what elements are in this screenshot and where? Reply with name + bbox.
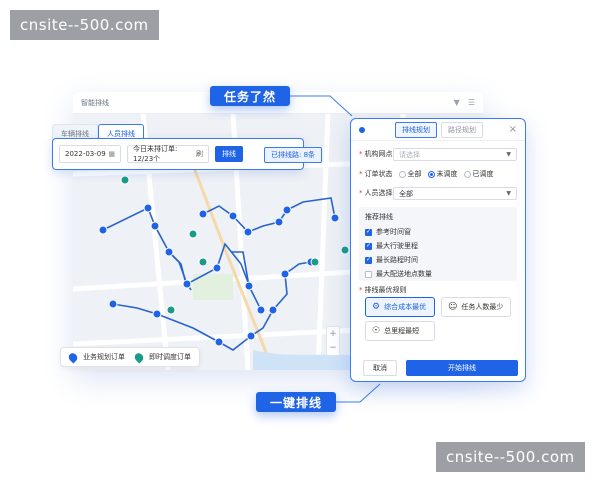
status-scheduled[interactable]: 已调度 xyxy=(463,169,494,179)
instant-marker-icon xyxy=(132,350,146,364)
checkbox-checked-icon: ✓ xyxy=(365,256,372,264)
zoom-out-button[interactable]: − xyxy=(329,343,337,353)
check-max-duration[interactable]: ✓ 最长路程时间 xyxy=(359,253,517,267)
check-label: 最大行驶里程 xyxy=(376,242,418,250)
chevron-down-icon: ▼ xyxy=(506,190,511,197)
status-all-label: 全部 xyxy=(407,170,422,178)
zoom-control: + − xyxy=(326,326,340,356)
optimize-row: * 排线最优规则 xyxy=(359,286,407,294)
option-label: 总里程最短 xyxy=(384,327,420,335)
option-cost[interactable]: ⚙ 综合成本最优 xyxy=(365,297,435,317)
recommend-section: 推荐排线 ✓ 参考时间窗 ✓ 最大行驶里程 ✓ 最长路程时间 最大配送地点数量 xyxy=(359,207,517,281)
staff-label: 人员选择 xyxy=(364,189,393,197)
zoom-in-button[interactable]: + xyxy=(329,329,337,339)
bell-icon[interactable]: ▼ xyxy=(454,98,460,107)
radio-icon xyxy=(398,170,406,178)
check-label: 最大配送地点数量 xyxy=(376,270,432,278)
business-marker-icon xyxy=(66,350,80,364)
legend-instant: 即时调度订单 xyxy=(149,353,191,361)
checkbox-checked-icon: ✓ xyxy=(365,228,372,236)
unscheduled-label: 今日未排订单: 12/23个 xyxy=(133,145,178,163)
checkbox-checked-icon: ✓ xyxy=(365,242,372,250)
cost-icon: ⚙ xyxy=(372,302,381,312)
status-unscheduled-label: 未调度 xyxy=(436,170,458,178)
close-icon[interactable]: × xyxy=(509,124,517,135)
option-min-staff[interactable]: ☺ 任务人数最少 xyxy=(441,297,511,317)
unscheduled-count: 今日未排订单: 12/23个 刷 xyxy=(127,145,209,163)
radio-checked-icon xyxy=(427,170,435,178)
org-label: 机构网点 xyxy=(364,150,393,158)
app-title: 智能排线 xyxy=(81,98,109,107)
person-icon: ☺ xyxy=(448,302,458,312)
status-label: 订单状态 xyxy=(364,170,393,178)
option-label: 综合成本最优 xyxy=(384,303,427,311)
org-placeholder: 请选择 xyxy=(399,150,420,159)
plan-route-button[interactable]: 排线 xyxy=(215,146,243,162)
staff-value: 全部 xyxy=(399,189,413,198)
chevron-down-icon: ▼ xyxy=(506,151,511,158)
distance-icon: ☉ xyxy=(372,326,381,336)
start-routing-button[interactable]: 开始排线 xyxy=(406,360,518,376)
check-max-mileage[interactable]: ✓ 最大行驶里程 xyxy=(359,239,517,253)
screenshot-stage: 智能排线 ▼ ☰ 车辆排线 人员排线 2022-03-09 ▦ 今日未排订单: … xyxy=(0,0,600,480)
cancel-button[interactable]: 取消 xyxy=(363,360,397,376)
recommend-title: 推荐排线 xyxy=(365,213,393,221)
org-select[interactable]: 请选择 ▼ xyxy=(393,148,517,161)
tab-route-planning[interactable]: 排线规划 xyxy=(395,121,437,138)
status-all[interactable]: 全部 xyxy=(398,169,422,179)
callout-one-click: 一键排线 xyxy=(256,392,336,412)
staff-select[interactable]: 全部 ▼ xyxy=(393,187,517,200)
check-label: 最长路程时间 xyxy=(376,256,418,264)
status-row: * 订单状态 全部 未调度 已调度 xyxy=(359,169,494,179)
date-field[interactable]: 2022-03-09 ▦ xyxy=(59,145,121,163)
check-max-stops[interactable]: 最大配送地点数量 xyxy=(359,267,517,281)
staff-row: * 人员选择 xyxy=(359,189,393,197)
callout-task: 任务了然 xyxy=(210,86,290,106)
panel-header: 排线规划 路径规划 × xyxy=(351,119,525,141)
optimize-title: 排线最优规则 xyxy=(364,286,407,294)
tab-path-planning[interactable]: 路径规划 xyxy=(441,121,483,138)
check-label: 参考时间窗 xyxy=(376,228,411,236)
check-time-window[interactable]: ✓ 参考时间窗 xyxy=(359,225,517,239)
option-label: 任务人数最少 xyxy=(461,303,504,311)
date-value: 2022-03-09 xyxy=(65,150,106,158)
status-scheduled-label: 已调度 xyxy=(472,170,494,178)
checkbox-icon xyxy=(365,270,372,278)
menu-icon[interactable]: ☰ xyxy=(468,98,475,107)
radio-icon xyxy=(463,170,471,178)
routing-panel: 排线规划 路径规划 × * 机构网点 请选择 ▼ * 订单状态 全部 未调度 已调度… xyxy=(350,118,526,382)
option-shortest[interactable]: ☉ 总里程最短 xyxy=(365,321,435,341)
refresh-label[interactable]: 刷 xyxy=(196,149,203,159)
scheduled-routes-pill[interactable]: 已排线路: 8条 xyxy=(264,147,323,163)
watermark-bottom: cnsite--500.com xyxy=(436,442,585,472)
org-row: * 机构网点 xyxy=(359,150,393,158)
panel-logo-icon xyxy=(359,126,365,133)
calendar-icon: ▦ xyxy=(108,150,115,158)
legend-business: 业务规划订单 xyxy=(83,353,125,361)
watermark-top: cnsite--500.com xyxy=(10,10,159,40)
status-unscheduled[interactable]: 未调度 xyxy=(427,169,458,179)
map-legend: 业务规划订单 即时调度订单 xyxy=(60,347,200,367)
